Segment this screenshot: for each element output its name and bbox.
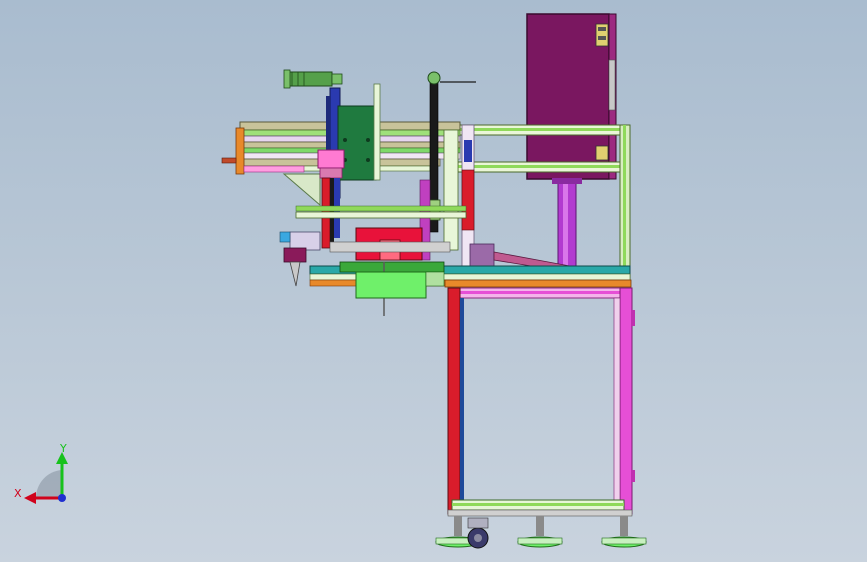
y-axis-label: Y <box>59 442 67 455</box>
control-cabinet[interactable] <box>526 13 617 180</box>
pink-carriage[interactable] <box>317 149 345 179</box>
axis-triad[interactable] <box>24 452 68 504</box>
leveling-feet[interactable] <box>435 516 647 548</box>
cad-viewport[interactable]: Y X <box>0 0 867 562</box>
caster-wheel[interactable] <box>467 517 489 549</box>
lift-pillar[interactable] <box>552 178 582 270</box>
top-motor[interactable] <box>283 69 343 89</box>
lime-plate[interactable] <box>355 271 445 299</box>
x-axis-label: X <box>14 487 22 500</box>
machine-model[interactable]: Y X <box>0 0 867 562</box>
lower-frame[interactable] <box>447 287 635 517</box>
